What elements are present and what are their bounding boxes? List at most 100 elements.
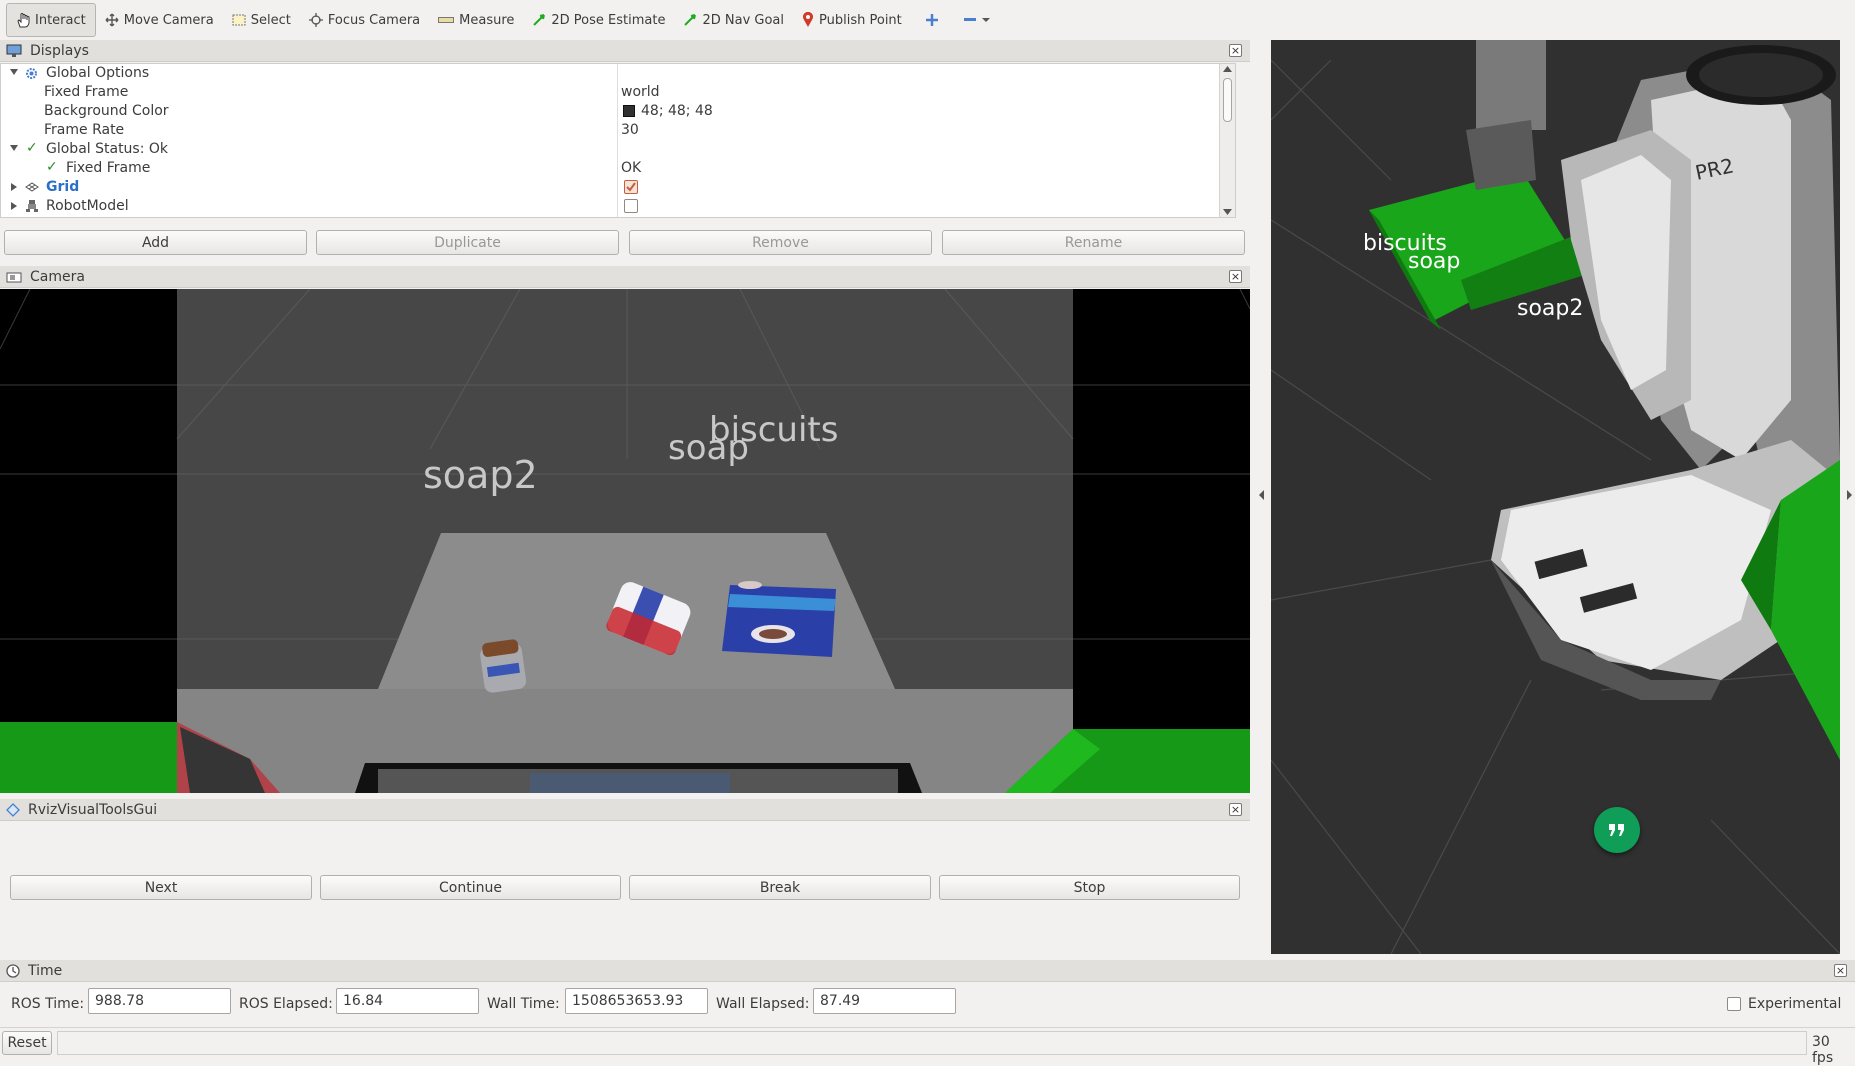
ros-elapsed-label: ROS Elapsed: — [239, 996, 333, 1012]
collapse-arrow-icon[interactable] — [10, 69, 18, 75]
experimental-label: Experimental — [1748, 996, 1842, 1012]
close-time-button[interactable]: × — [1834, 964, 1847, 977]
camera-icon — [6, 272, 22, 282]
publish-point-label: Publish Point — [819, 12, 902, 28]
tree-row-background-color[interactable]: Background Color 48; 48; 48 — [1, 102, 1219, 121]
wall-elapsed-field[interactable] — [813, 988, 956, 1014]
status-fixed-frame-label: Fixed Frame — [66, 160, 151, 176]
move-camera-label: Move Camera — [123, 12, 214, 28]
interact-label: Interact — [35, 12, 86, 28]
expand-arrow-icon[interactable] — [11, 183, 17, 191]
wall-elapsed-label: Wall Elapsed: — [716, 996, 810, 1012]
3d-scene: PR2 biscuits soap soap2 — [1271, 40, 1840, 954]
ruler-icon — [438, 17, 455, 23]
robot-model-icon — [26, 200, 38, 212]
minus-icon — [963, 18, 976, 21]
monitor-icon — [6, 44, 22, 57]
checkmark-icon — [626, 182, 636, 192]
camera-scene: soap2 soap biscuits — [0, 289, 1250, 793]
pose-estimate-label: 2D Pose Estimate — [551, 12, 666, 28]
rename-display-button[interactable]: Rename — [942, 230, 1245, 255]
break-button[interactable]: Break — [629, 875, 931, 900]
displays-tree: Global Options Fixed Frame world Backgro… — [0, 63, 1236, 218]
displays-scrollbar[interactable] — [1219, 64, 1235, 217]
robot-gripper-left — [0, 722, 177, 793]
select-icon — [232, 14, 246, 26]
tree-row-frame-rate[interactable]: Frame Rate 30 — [1, 121, 1219, 140]
robotmodel-enabled-checkbox[interactable] — [624, 199, 638, 213]
main-toolbar: Interact Move Camera Select Focus Camera… — [0, 0, 1855, 40]
duplicate-display-button[interactable]: Duplicate — [316, 230, 619, 255]
camera-header: Camera × — [0, 266, 1250, 288]
global-options-label: Global Options — [46, 65, 150, 81]
tree-row-robotmodel[interactable]: RobotModel — [1, 197, 1219, 216]
3d-viewport[interactable]: PR2 biscuits soap soap2 — [1271, 40, 1840, 954]
ros-elapsed-field[interactable] — [336, 988, 479, 1014]
select-tool[interactable]: Select — [223, 3, 300, 37]
status-message-area — [57, 1031, 1807, 1055]
rviz-tools-title: RvizVisualToolsGui — [28, 801, 158, 818]
rviz-tools-header: RvizVisualToolsGui × — [0, 799, 1250, 821]
ros-time-field[interactable] — [88, 988, 231, 1014]
tree-row-grid[interactable]: Grid — [1, 178, 1219, 197]
fixed-frame-value[interactable]: world — [621, 84, 660, 100]
continue-button[interactable]: Continue — [320, 875, 621, 900]
stop-button[interactable]: Stop — [939, 875, 1240, 900]
grid-enabled-checkbox[interactable] — [624, 180, 638, 194]
experimental-checkbox[interactable] — [1727, 997, 1741, 1011]
scroll-down-icon[interactable] — [1223, 209, 1232, 215]
add-display-button[interactable]: Add — [4, 230, 307, 255]
scrollbar-thumb[interactable] — [1223, 78, 1232, 122]
splitter-handle-left[interactable] — [1259, 490, 1264, 500]
ros-time-label: ROS Time: — [11, 996, 85, 1012]
tree-row-global-status[interactable]: ✓ Global Status: Ok — [1, 140, 1219, 159]
gear-icon — [26, 68, 37, 79]
interact-tool[interactable]: Interact — [6, 3, 96, 37]
camera-title: Camera — [30, 268, 85, 285]
close-displays-button[interactable]: × — [1229, 44, 1242, 57]
nav-goal-tool[interactable]: 2D Nav Goal — [674, 3, 793, 37]
next-button[interactable]: Next — [10, 875, 312, 900]
hand-icon — [17, 13, 30, 28]
remove-tool-button[interactable] — [953, 3, 1000, 37]
color-swatch[interactable] — [623, 105, 635, 117]
diamond-icon — [6, 802, 20, 817]
publish-point-tool[interactable]: Publish Point — [793, 3, 911, 37]
scroll-up-icon[interactable] — [1223, 66, 1232, 72]
displays-title: Displays — [30, 42, 89, 59]
close-camera-button[interactable]: × — [1229, 270, 1242, 283]
measure-tool[interactable]: Measure — [429, 3, 523, 37]
remove-display-button[interactable]: Remove — [629, 230, 932, 255]
tree-row-status-fixed-frame[interactable]: ✓ Fixed Frame OK — [1, 159, 1219, 178]
camera-viewport[interactable]: soap2 soap biscuits — [0, 289, 1250, 793]
quote-icon — [1609, 824, 1624, 836]
tree-row-fixed-frame[interactable]: Fixed Frame world — [1, 83, 1219, 102]
focus-camera-icon — [308, 13, 323, 27]
hangouts-button[interactable] — [1594, 807, 1640, 853]
pose-estimate-tool[interactable]: 2D Pose Estimate — [523, 3, 674, 37]
wall-time-label: Wall Time: — [487, 996, 560, 1012]
frame-rate-value[interactable]: 30 — [621, 122, 639, 138]
close-rviz-tools-button[interactable]: × — [1229, 803, 1242, 816]
displays-header: Displays × — [0, 40, 1250, 62]
wall-time-field[interactable] — [565, 988, 708, 1014]
expand-arrow-icon[interactable] — [11, 202, 17, 210]
fps-readout: 30 fps — [1812, 1034, 1834, 1066]
splitter-handle-right[interactable] — [1847, 490, 1852, 500]
collapse-arrow-icon[interactable] — [10, 145, 18, 151]
camera-label-biscuits: biscuits — [709, 410, 838, 450]
gripper-right — [1771, 460, 1840, 760]
fixed-frame-label: Fixed Frame — [44, 84, 129, 100]
map-pin-icon — [803, 12, 813, 27]
check-icon: ✓ — [46, 159, 58, 175]
reset-button[interactable]: Reset — [2, 1031, 52, 1055]
status-fixed-frame-value: OK — [621, 160, 642, 176]
add-tool-button[interactable] — [911, 3, 953, 37]
dropdown-arrow-icon — [981, 18, 990, 22]
grid-icon — [25, 182, 39, 192]
global-status-label: Global Status: Ok — [46, 141, 169, 157]
background-color-value[interactable]: 48; 48; 48 — [641, 103, 713, 119]
focus-camera-tool[interactable]: Focus Camera — [300, 3, 429, 37]
move-camera-tool[interactable]: Move Camera — [96, 3, 223, 37]
tree-row-global-options[interactable]: Global Options — [1, 64, 1219, 83]
